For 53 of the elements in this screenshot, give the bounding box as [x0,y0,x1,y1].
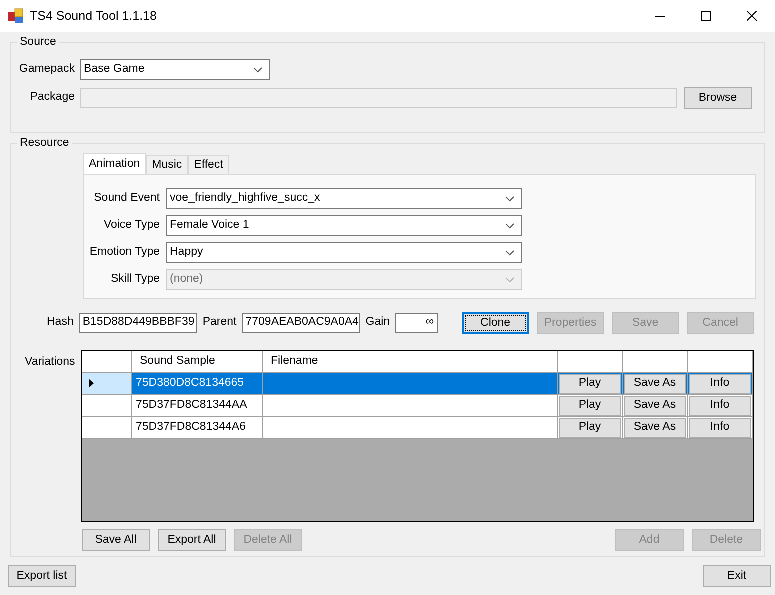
grid-button[interactable]: Play [559,396,621,416]
button[interactable]: Save All [82,529,150,551]
grid-button[interactable]: Play [559,374,621,394]
grid-button[interactable]: Play [559,418,621,438]
field-label: Skill Type [110,272,160,287]
grid-button[interactable]: Info [689,418,751,438]
tab[interactable]: Music [146,155,188,174]
grid-button[interactable]: Info [689,374,751,394]
tab[interactable]: Animation [83,153,146,174]
grid-button[interactable]: Save As [624,418,686,438]
button[interactable]: Export list [8,565,76,587]
table-cell: 75D37FD8C81344A6 [132,417,263,439]
field-label: Parent [202,315,237,330]
column-header: Sound Sample [132,351,263,373]
row-header[interactable] [82,417,132,439]
dropdown[interactable]: Base Game [80,59,270,80]
button[interactable]: Export All [158,529,226,551]
field-label: Sound Event [93,190,160,206]
grid-button[interactable]: Save As [624,396,686,416]
row-header[interactable] [82,373,132,395]
column-header: Filename [263,351,558,373]
text-field[interactable]: 7709AEAB0AC9A0A4 [242,313,360,333]
field-label: Hash [47,315,74,330]
field-label: Gain [366,315,390,330]
action-button[interactable]: Clone [462,312,530,334]
field-label: Package [29,90,75,106]
table-cell: 75D380D8C8134665 [132,373,263,395]
app-icon [8,8,24,24]
dropdown[interactable]: voe_friendly_highfive_succ_x [166,188,522,209]
chevron-icon [505,276,515,282]
dropdown[interactable]: Happy [166,242,522,263]
dropdown[interactable]: Female Voice 1 [166,215,522,236]
chevron-icon [505,222,515,228]
window-title: TS4 Sound Tool 1.1.18 [30,8,157,25]
maximize-icon [701,11,711,21]
button[interactable]: Exit [703,565,771,587]
chevron-icon [505,250,515,256]
close-icon [747,11,757,21]
grid-button[interactable]: Save As [624,374,686,394]
tab[interactable]: Effect [188,155,230,174]
row-header[interactable] [82,395,132,417]
field-label: Gamepack [18,62,75,77]
current-row-icon [89,379,94,388]
chevron-icon [253,66,263,72]
chevron-icon [505,196,515,202]
browse-button[interactable]: Browse [684,87,752,109]
section-label: Variations [25,355,76,370]
field-label: Emotion Type [88,244,160,260]
grid-button[interactable]: Info [689,396,751,416]
table-cell: 75D37FD8C81344AA [132,395,263,417]
text-field[interactable]: B15D88D449BBBF39 [78,313,197,333]
text-field[interactable]: ∞ [395,313,438,333]
field-label: Voice Type [102,218,160,233]
